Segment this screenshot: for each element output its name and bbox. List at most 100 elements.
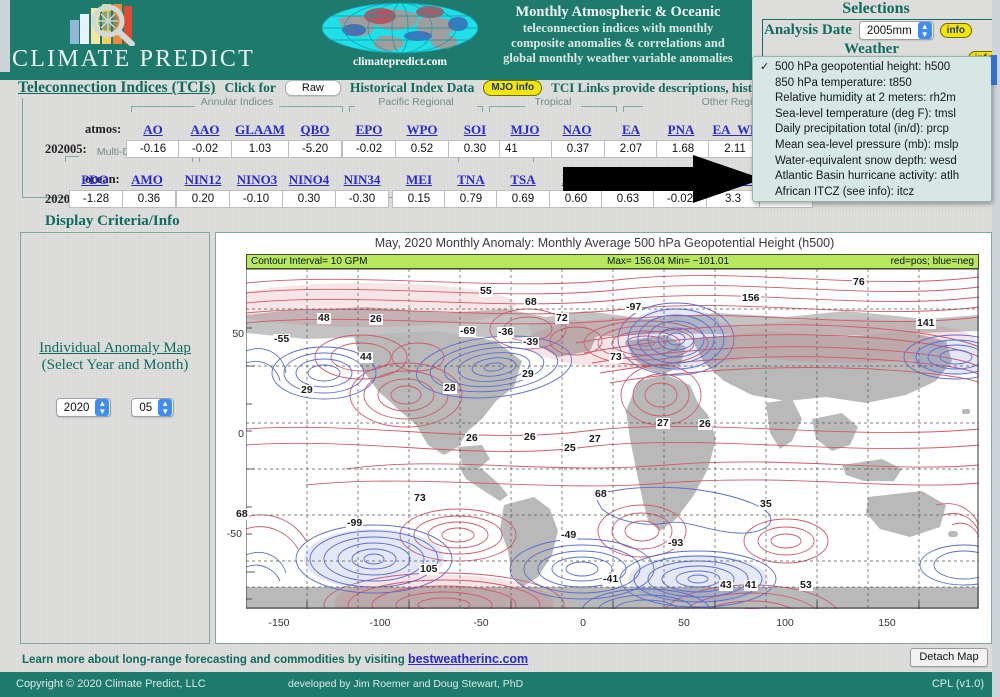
sign-legend-text: red=pos; blue=neg [890, 256, 974, 267]
contour-label: -41 [602, 573, 620, 585]
y-tick-m50: -50 [226, 528, 242, 540]
tci-link-nin34[interactable]: NIN34 [335, 172, 389, 188]
pointer-arrow-icon [563, 155, 763, 203]
x-tick-150: 150 [878, 617, 896, 629]
contour-label: -93 [667, 537, 685, 549]
contour-label: 141 [916, 317, 936, 329]
contour-label: -49 [560, 529, 578, 541]
tci-title: Teleconnection Indices (TCIs) [18, 79, 216, 96]
analysis-date-select[interactable]: 2005mm ▲ ▼ [858, 21, 934, 40]
year-month-selectors: 2020 ▲ ▼ 05 ▲ ▼ [22, 398, 208, 417]
copyright-text: Copyright © 2020 Climate Predict, LLC [16, 678, 206, 690]
contour-label: 76 [852, 276, 866, 288]
anomaly-contour-plot [246, 269, 979, 609]
dropdown-item-h500[interactable]: ✓ 500 hPa geopotential height: h500 [753, 60, 991, 76]
contour-label: -55 [273, 333, 291, 345]
month-select[interactable]: 05 ▲ ▼ [131, 398, 175, 417]
y-tick-50: 50 [232, 328, 244, 340]
header-left-strip [0, 0, 10, 72]
atmos-row-label: atmos: [85, 122, 122, 136]
tci-link-glaam[interactable]: GLAAM [231, 122, 289, 138]
tci-link-nin12[interactable]: NIN12 [176, 172, 230, 188]
dropdown-item-wesd[interactable]: Water-equivalent snow depth: wesd [753, 154, 991, 170]
version-text: CPL (v1.0) [931, 678, 984, 690]
tagline-line-1: Monthly Atmospheric & Oceanic [515, 4, 721, 20]
tci-value-mjo: 41 [499, 140, 553, 158]
tci-link-aao[interactable]: AAO [181, 122, 229, 138]
group-annular-indices: Annular Indices [131, 96, 343, 113]
x-tick-100: 100 [776, 617, 794, 629]
dropdown-item-label: Sea-level temperature (deg F): tmsl [775, 107, 956, 120]
group-tropical: Tropical [489, 96, 617, 113]
tci-links-note: TCI Links provide descriptions, historic… [551, 80, 784, 95]
anomaly-map-panel: May, 2020 Monthly Anomaly: Monthly Avera… [215, 232, 992, 644]
learn-more-line: Learn more about long-range forecasting … [22, 652, 528, 666]
mjo-info-button[interactable]: MJO info [483, 80, 543, 96]
contour-label: 68 [524, 296, 538, 308]
tci-link-wpo[interactable]: WPO [398, 122, 446, 138]
contour-label: 156 [741, 292, 761, 304]
tci-value-ao: -0.16 [126, 140, 180, 158]
contour-label: -69 [459, 325, 477, 337]
bestweatherinc-link[interactable]: bestweatherinc.com [408, 652, 528, 666]
tci-link-qbo[interactable]: QBO [291, 122, 339, 138]
contour-label: 105 [419, 563, 439, 575]
contour-label: 26 [465, 432, 479, 444]
raw-button[interactable]: Raw [284, 80, 341, 96]
tci-link-pdo[interactable]: PDO [71, 172, 119, 188]
contour-label: 25 [563, 442, 577, 454]
check-icon: ✓ [760, 61, 770, 73]
tci-link-tna[interactable]: TNA [447, 172, 495, 188]
contour-label: -39 [522, 336, 540, 348]
contour-label: 73 [413, 492, 427, 504]
contour-label: -97 [625, 301, 643, 313]
tci-link-tsa[interactable]: TSA [499, 172, 547, 188]
dropdown-item-label: Atlantic Basin hurricane activity: atlh [775, 170, 960, 183]
chevron-updown-icon: ▲ ▼ [95, 399, 110, 416]
contour-label: 35 [759, 498, 773, 510]
contour-label: 26 [523, 431, 537, 443]
tagline-line-2: teleconnection indices with monthly [522, 21, 714, 35]
tci-link-pna[interactable]: PNA [657, 122, 705, 138]
dropdown-item-tmsl[interactable]: Sea-level temperature (deg F): tmsl [753, 107, 991, 123]
dropdown-item-t850[interactable]: 850 hPa temperature: t850 [753, 76, 991, 92]
weather-variable-dropdown-menu[interactable]: ✓ 500 hPa geopotential height: h500 850 … [752, 55, 997, 202]
group-pacific-regional: Pacific Regional [349, 96, 483, 113]
tci-value-epo: -0.02 [342, 140, 396, 158]
dropdown-item-atlh[interactable]: Atlantic Basin hurricane activity: atlh [753, 169, 991, 185]
contour-svg [246, 269, 979, 609]
x-tick-m150: -150 [268, 617, 290, 629]
year-select[interactable]: 2020 ▲ ▼ [55, 398, 112, 417]
tci-link-amo[interactable]: AMO [123, 172, 171, 188]
tci-link-mei[interactable]: MEI [395, 172, 443, 188]
dropdown-item-mslp[interactable]: Mean sea-level pressure (mb): mslp [753, 138, 991, 154]
dropdown-item-rh2m[interactable]: Relative humidity at 2 meters: rh2m [753, 91, 991, 107]
analysis-date-info-button[interactable]: info [939, 23, 972, 38]
dropdown-item-prcp[interactable]: Daily precipitation total (in/d): prcp [753, 122, 991, 138]
dropdown-item-label: 500 hPa geopotential height: h500 [775, 61, 951, 73]
tci-link-epo[interactable]: EPO [345, 122, 393, 138]
analysis-date-value: 2005mm [866, 24, 912, 37]
display-criteria-title: Display Criteria/Info [45, 213, 180, 229]
tci-link-ea[interactable]: EA [607, 122, 655, 138]
tci-link-nino4[interactable]: NINO4 [282, 172, 336, 188]
dropdown-scrollbar[interactable] [991, 55, 997, 85]
logo-icon [68, 4, 160, 47]
tci-link-soi[interactable]: SOI [451, 122, 499, 138]
tci-link-nino3[interactable]: NINO3 [230, 172, 284, 188]
dropdown-item-itcz[interactable]: African ITCZ (see info): itcz [753, 185, 991, 201]
tci-link-mjo[interactable]: MJO [501, 122, 549, 138]
contour-label: 53 [799, 579, 813, 591]
tci-link-ao[interactable]: AO [129, 122, 177, 138]
chevron-updown-icon: ▲ ▼ [917, 22, 932, 39]
x-tick-50: 50 [678, 617, 690, 629]
learn-more-text: Learn more about long-range forecasting … [22, 654, 405, 666]
tci-value-amo: 0.36 [122, 190, 176, 208]
dropdown-item-label: Relative humidity at 2 meters: rh2m [775, 92, 956, 105]
individual-anomaly-map-link[interactable]: Individual Anomaly Map (Select Year and … [22, 340, 208, 374]
detach-map-button[interactable]: Detach Map [910, 648, 988, 667]
chevron-updown-icon: ▲ ▼ [158, 399, 173, 416]
tci-value-nin12: 0.20 [176, 190, 230, 208]
tci-link-nao[interactable]: NAO [553, 122, 601, 138]
brand-title: CLIMATE PREDICT LITE [12, 46, 255, 72]
